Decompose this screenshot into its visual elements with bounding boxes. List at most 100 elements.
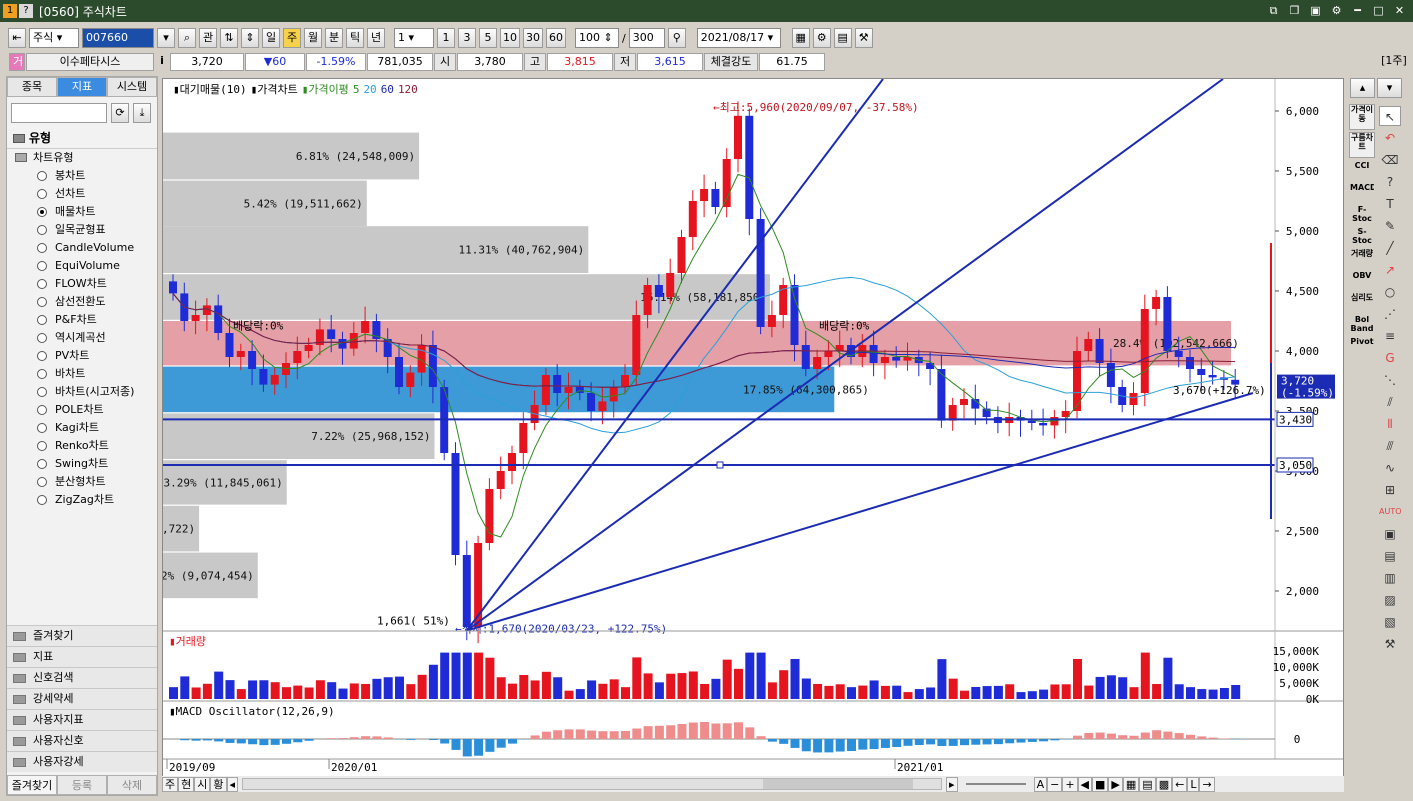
chart-type-item[interactable]: Swing차트 xyxy=(11,455,157,473)
bottom-btn-hwang[interactable]: 황 xyxy=(210,776,227,792)
interval-5-button[interactable]: 5 xyxy=(479,28,497,48)
radio-icon[interactable] xyxy=(37,171,47,181)
chart-area[interactable]: 6.81% (24,548,009) 5.42% (19,511,662) 11.3… xyxy=(83,78,1344,792)
bottom-btn-hyun[interactable]: 현 xyxy=(178,776,195,792)
total-count-input[interactable]: 300 xyxy=(628,28,665,48)
tab-stocks[interactable]: 종목 xyxy=(7,77,57,97)
period-day-button[interactable]: 일 xyxy=(262,28,280,48)
stock-code-input[interactable]: 007660 xyxy=(82,28,154,48)
auto-icon[interactable]: AUTO xyxy=(1379,502,1402,522)
camera-icon[interactable]: ▣ xyxy=(1308,3,1323,18)
circle-icon[interactable]: ○ xyxy=(1379,282,1401,302)
period-icon[interactable]: ⊞ xyxy=(1379,480,1401,500)
chart-type-header[interactable]: 차트유형 xyxy=(11,149,157,167)
arrow-right-icon[interactable]: → xyxy=(1199,776,1215,792)
indicator-tool-button[interactable]: MACD xyxy=(1349,182,1375,202)
grid-icon[interactable]: ▩ xyxy=(1155,776,1173,792)
radio-icon[interactable] xyxy=(37,423,47,433)
radio-icon[interactable] xyxy=(37,279,47,289)
config-icon[interactable]: ⚙ xyxy=(812,28,831,48)
indicator-tool-button[interactable]: S-Stoc xyxy=(1349,226,1375,246)
excel-icon[interactable]: ▦ xyxy=(1122,776,1140,792)
tab-indicators[interactable]: 지표 xyxy=(57,77,107,97)
radio-icon[interactable] xyxy=(37,387,47,397)
maximize-icon[interactable]: □ xyxy=(1371,3,1386,18)
play-icon[interactable]: ▶ xyxy=(1108,776,1123,792)
bottom-btn-ju[interactable]: 주 xyxy=(162,776,179,792)
refresh-icon[interactable]: ⟳ xyxy=(111,103,129,123)
chart-type-item[interactable]: 일목균형표 xyxy=(11,221,157,239)
chart-type-item[interactable]: 바차트(시고저종) xyxy=(11,383,157,401)
interval-30-button[interactable]: 30 xyxy=(523,28,543,48)
scrollbar-thumb[interactable] xyxy=(763,779,914,789)
text-tool-icon[interactable]: T xyxy=(1379,194,1401,214)
search-icon[interactable]: ⌕ xyxy=(178,28,196,48)
radio-icon[interactable] xyxy=(37,369,47,379)
interval-10-button[interactable]: 10 xyxy=(500,28,520,48)
radio-icon[interactable] xyxy=(37,459,47,469)
fibo-icon[interactable]: ⋰ xyxy=(1379,304,1401,324)
indicator-tool-button[interactable]: CCI xyxy=(1349,160,1375,180)
line-icon[interactable]: ╱ xyxy=(1379,238,1401,258)
calc-icon[interactable]: ▦ xyxy=(791,28,810,48)
help-icon[interactable]: ? xyxy=(19,4,33,18)
chart-type-item[interactable]: FLOW차트 xyxy=(11,275,157,293)
tools-icon[interactable]: ⚒ xyxy=(854,28,873,48)
bottom-tab-favorites[interactable]: 즐겨찾기 xyxy=(7,775,57,795)
chart-type-item[interactable]: 매물차트 xyxy=(11,203,157,221)
radio-icon[interactable] xyxy=(37,315,47,325)
folder-item[interactable]: 지표 xyxy=(7,646,157,667)
scroll-right-icon[interactable]: ▸ xyxy=(946,776,958,792)
section-type-header[interactable]: 유형 xyxy=(7,129,157,149)
scroll-left-icon[interactable]: ◂ xyxy=(226,776,239,792)
disk-icon[interactable]: ▤ xyxy=(1139,776,1156,792)
indicator-search-input[interactable] xyxy=(11,103,107,123)
save-icon[interactable]: ▤ xyxy=(833,28,852,48)
download-icon[interactable]: ⤓ xyxy=(133,103,151,123)
chart-type-item[interactable]: 역시계곡선 xyxy=(11,329,157,347)
interval-1-button[interactable]: 1 xyxy=(437,28,455,48)
line-handle[interactable] xyxy=(716,461,724,469)
market-select[interactable]: 주식 ▾ xyxy=(29,28,79,48)
chart-type-item[interactable]: 바차트 xyxy=(11,365,157,383)
eraser-icon[interactable]: ⌫ xyxy=(1379,150,1401,170)
folder-item[interactable]: 사용자신호 xyxy=(7,730,157,751)
collapse-up-button[interactable]: ▴ xyxy=(1350,78,1375,98)
chart-line-icon[interactable]: ▨ xyxy=(1379,590,1401,610)
indicator-tool-button[interactable]: 구름차트 xyxy=(1349,132,1375,158)
zoom-icon[interactable]: ⚲ xyxy=(667,28,686,48)
period-minute-button[interactable]: 분 xyxy=(325,28,343,48)
collapse-down-button[interactable]: ▾ xyxy=(1377,78,1402,98)
radio-icon[interactable] xyxy=(37,333,47,343)
question-icon[interactable]: ? xyxy=(1379,172,1401,192)
stop-icon[interactable]: ■ xyxy=(1092,776,1109,792)
chart-scrollbar[interactable] xyxy=(242,778,943,790)
interval-3-button[interactable]: 3 xyxy=(458,28,476,48)
tab-system[interactable]: 시스템 xyxy=(107,77,157,97)
zoom-slider[interactable] xyxy=(965,783,1026,785)
period-tick-button[interactable]: 틱 xyxy=(346,28,364,48)
copy-icon[interactable]: ❐ xyxy=(1287,3,1302,18)
window-number-icon[interactable]: 1 xyxy=(3,4,17,18)
indicator-tool-button[interactable]: Pivot xyxy=(1349,336,1375,356)
code-dropdown-button[interactable]: ▾ xyxy=(157,28,175,48)
radio-icon[interactable] xyxy=(37,441,47,451)
chart-type-item[interactable]: Kagi차트 xyxy=(11,419,157,437)
radio-icon[interactable] xyxy=(37,297,47,307)
bottom-tab-delete[interactable]: 삭제 xyxy=(107,775,157,795)
minimize-icon[interactable]: ━ xyxy=(1350,3,1365,18)
chart-icon[interactable]: ▥ xyxy=(1379,568,1401,588)
radio-icon[interactable] xyxy=(37,405,47,415)
period-week-button[interactable]: 주 xyxy=(283,28,301,48)
period-month-button[interactable]: 월 xyxy=(304,28,322,48)
play-back-icon[interactable]: ◀ xyxy=(1077,776,1092,792)
wrench-icon[interactable]: ⚒ xyxy=(1379,634,1401,654)
interval-select[interactable]: 1 ▾ xyxy=(394,28,434,48)
indicator-tool-button[interactable]: 심리도 xyxy=(1349,292,1375,312)
folder-item[interactable]: 신호검색 xyxy=(7,667,157,688)
radio-icon[interactable] xyxy=(37,207,47,217)
channel-icon[interactable]: ≡ xyxy=(1379,326,1401,346)
text-icon[interactable]: A xyxy=(1033,776,1048,792)
cycle-icon[interactable]: ⦀ xyxy=(1379,414,1401,434)
new-window-icon[interactable]: ⧉ xyxy=(1266,3,1281,18)
